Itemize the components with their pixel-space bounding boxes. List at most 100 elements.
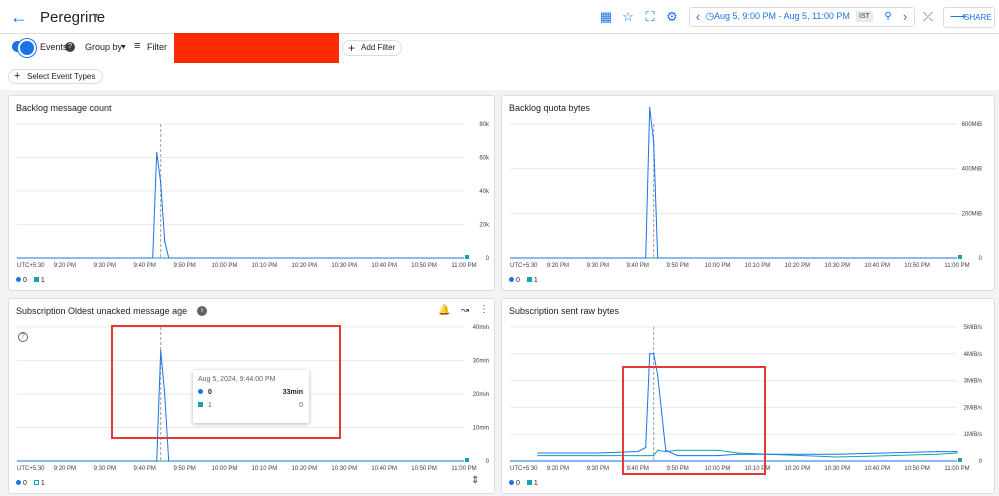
plus-icon: + bbox=[348, 41, 356, 55]
series-0-swatch bbox=[509, 277, 514, 282]
y-tick-label: 1MiB/s bbox=[964, 432, 982, 438]
help-icon[interactable]: ? bbox=[65, 42, 75, 52]
data-point bbox=[936, 453, 938, 455]
y-tick-label: 2MiB/s bbox=[964, 405, 982, 411]
series-end-marker bbox=[465, 255, 469, 259]
y-tick-label: 40k bbox=[479, 189, 490, 195]
y-tick-label: 20min bbox=[473, 392, 489, 398]
series-1-swatch bbox=[526, 480, 532, 485]
y-tick-label: 3MiB/s bbox=[964, 379, 982, 385]
chart-plot[interactable]: 600MiB 400MiB 200MiB 0 UTC+5:30 9:20 PM 9:30 P… bbox=[502, 96, 995, 291]
data-point bbox=[164, 257, 166, 259]
chart-legend: 0 1 bbox=[16, 480, 45, 487]
legend-series-0[interactable]: 0 bbox=[516, 480, 520, 487]
legend-series-1[interactable]: 1 bbox=[534, 480, 538, 487]
series-end-marker bbox=[958, 255, 962, 259]
highlight-box-age-spike bbox=[111, 325, 341, 439]
x-tick-label: 10:10 PM bbox=[745, 263, 771, 269]
chart-card-backlog-message-count: Backlog message count 80k 60k 40k 20k 0 UTC+5… bbox=[8, 95, 495, 291]
chart-legend: 0 1 bbox=[16, 277, 45, 284]
expand-collapse-icon[interactable]: ⇕ bbox=[471, 475, 479, 486]
x-tick-label: 9:20 PM bbox=[547, 263, 569, 269]
x-tick-label: 9:40 PM bbox=[134, 466, 156, 472]
plus-icon: + bbox=[14, 70, 21, 82]
y-tick-label: 200MiB bbox=[962, 211, 982, 217]
y-tick-label: 600MiB bbox=[962, 122, 982, 128]
x-tick-label: 10:20 PM bbox=[292, 263, 318, 269]
data-point bbox=[168, 460, 170, 462]
chevron-right-icon[interactable]: › bbox=[898, 9, 912, 25]
filter-lines-icon[interactable]: ≡ bbox=[134, 40, 140, 52]
chart-card-backlog-quota-bytes: Backlog quota bytes 600MiB 400MiB 200MiB 0 U… bbox=[501, 95, 995, 291]
back-arrow-icon[interactable]: ← bbox=[10, 8, 28, 26]
y-tick-label: 10min bbox=[473, 426, 489, 432]
group-by-button[interactable]: Group by bbox=[85, 42, 122, 52]
data-point bbox=[836, 456, 838, 458]
x-tick-label: 10:50 PM bbox=[904, 466, 930, 472]
data-point bbox=[641, 257, 643, 259]
series-end-marker bbox=[465, 458, 469, 462]
data-point bbox=[649, 353, 651, 355]
y-tick-label: 20k bbox=[479, 223, 490, 229]
x-tick-label: 9:40 PM bbox=[134, 263, 156, 269]
group-by-caret-icon[interactable]: ▼ bbox=[120, 44, 127, 51]
y-tick-label: 400MiB bbox=[962, 167, 982, 173]
data-point bbox=[164, 460, 166, 462]
data-point bbox=[156, 257, 158, 259]
data-point bbox=[537, 455, 539, 457]
time-range-picker[interactable]: ‹ ◷ Aug 5, 9:00 PM - Aug 5, 11:00 PM IST… bbox=[689, 7, 915, 27]
y-tick-label: 0 bbox=[486, 256, 490, 262]
data-point bbox=[649, 257, 651, 259]
legend-series-1[interactable]: 1 bbox=[534, 277, 538, 284]
data-point bbox=[148, 257, 150, 259]
legend-toggle-icon[interactable]: ▦ bbox=[598, 9, 614, 25]
x-tick-label: 9:20 PM bbox=[547, 466, 569, 472]
x-tick-label: 10:40 PM bbox=[371, 263, 397, 269]
series-0-swatch bbox=[16, 277, 21, 282]
legend-series-1[interactable]: 1 bbox=[41, 480, 45, 487]
x-tick-label: 9:30 PM bbox=[587, 263, 609, 269]
data-point bbox=[661, 257, 663, 259]
legend-series-0[interactable]: 0 bbox=[23, 277, 27, 284]
y-tick-label: 80k bbox=[479, 122, 490, 128]
data-point bbox=[156, 460, 158, 462]
x-tick-label: 10:10 PM bbox=[252, 466, 278, 472]
series-0-swatch bbox=[16, 480, 21, 485]
x-tick-label: 10:30 PM bbox=[331, 466, 357, 472]
data-point bbox=[645, 257, 647, 259]
series-line-0 bbox=[148, 152, 170, 259]
x-tick-label: 10:10 PM bbox=[252, 263, 278, 269]
x-tick-label: 10:40 PM bbox=[864, 466, 890, 472]
title-dropdown-icon[interactable]: ▼ bbox=[91, 11, 100, 21]
x-tick-label: 10:30 PM bbox=[824, 466, 850, 472]
filter-button[interactable]: Filter bbox=[147, 42, 167, 52]
zoom-icon[interactable]: ⚲ bbox=[881, 9, 895, 25]
time-range-label[interactable]: Aug 5, 9:00 PM - Aug 5, 11:00 PM bbox=[714, 11, 850, 21]
data-point bbox=[653, 257, 655, 259]
x-tick-label: 11:00 PM bbox=[451, 263, 476, 269]
gear-icon[interactable]: ⚙ bbox=[664, 9, 680, 25]
series-1-swatch bbox=[33, 480, 39, 485]
data-point bbox=[168, 257, 170, 259]
star-icon[interactable]: ☆ bbox=[620, 9, 636, 25]
chart-plot[interactable]: 80k 60k 40k 20k 0 UTC+5:30 9:20 PM 9:30 PM 9:40 … bbox=[9, 96, 495, 291]
x-tick-label: 10:20 PM bbox=[785, 263, 811, 269]
events-toggle[interactable] bbox=[12, 39, 36, 57]
x-tick-label: UTC+5:30 bbox=[510, 466, 538, 472]
x-tick-label: 11:00 PM bbox=[944, 263, 969, 269]
fullscreen-icon[interactable]: ⛶ bbox=[642, 9, 658, 25]
legend-series-0[interactable]: 0 bbox=[516, 277, 520, 284]
x-tick-label: 9:50 PM bbox=[173, 263, 195, 269]
share-button[interactable]: ⟶ SHARE bbox=[943, 7, 995, 28]
x-tick-label: 9:20 PM bbox=[54, 466, 76, 472]
add-filter-label: Add Filter bbox=[361, 43, 396, 52]
legend-series-0[interactable]: 0 bbox=[23, 480, 27, 487]
select-event-types-button[interactable]: + Select Event Types bbox=[8, 69, 104, 84]
crosshair-off-icon[interactable]: ⤫ bbox=[920, 9, 936, 25]
data-point bbox=[649, 106, 651, 109]
add-filter-button[interactable]: + Add Filter bbox=[342, 40, 403, 56]
x-tick-label: 10:30 PM bbox=[824, 263, 850, 269]
y-tick-label: 5MiB/s bbox=[964, 325, 982, 331]
data-point bbox=[956, 451, 958, 453]
legend-series-1[interactable]: 1 bbox=[41, 277, 45, 284]
